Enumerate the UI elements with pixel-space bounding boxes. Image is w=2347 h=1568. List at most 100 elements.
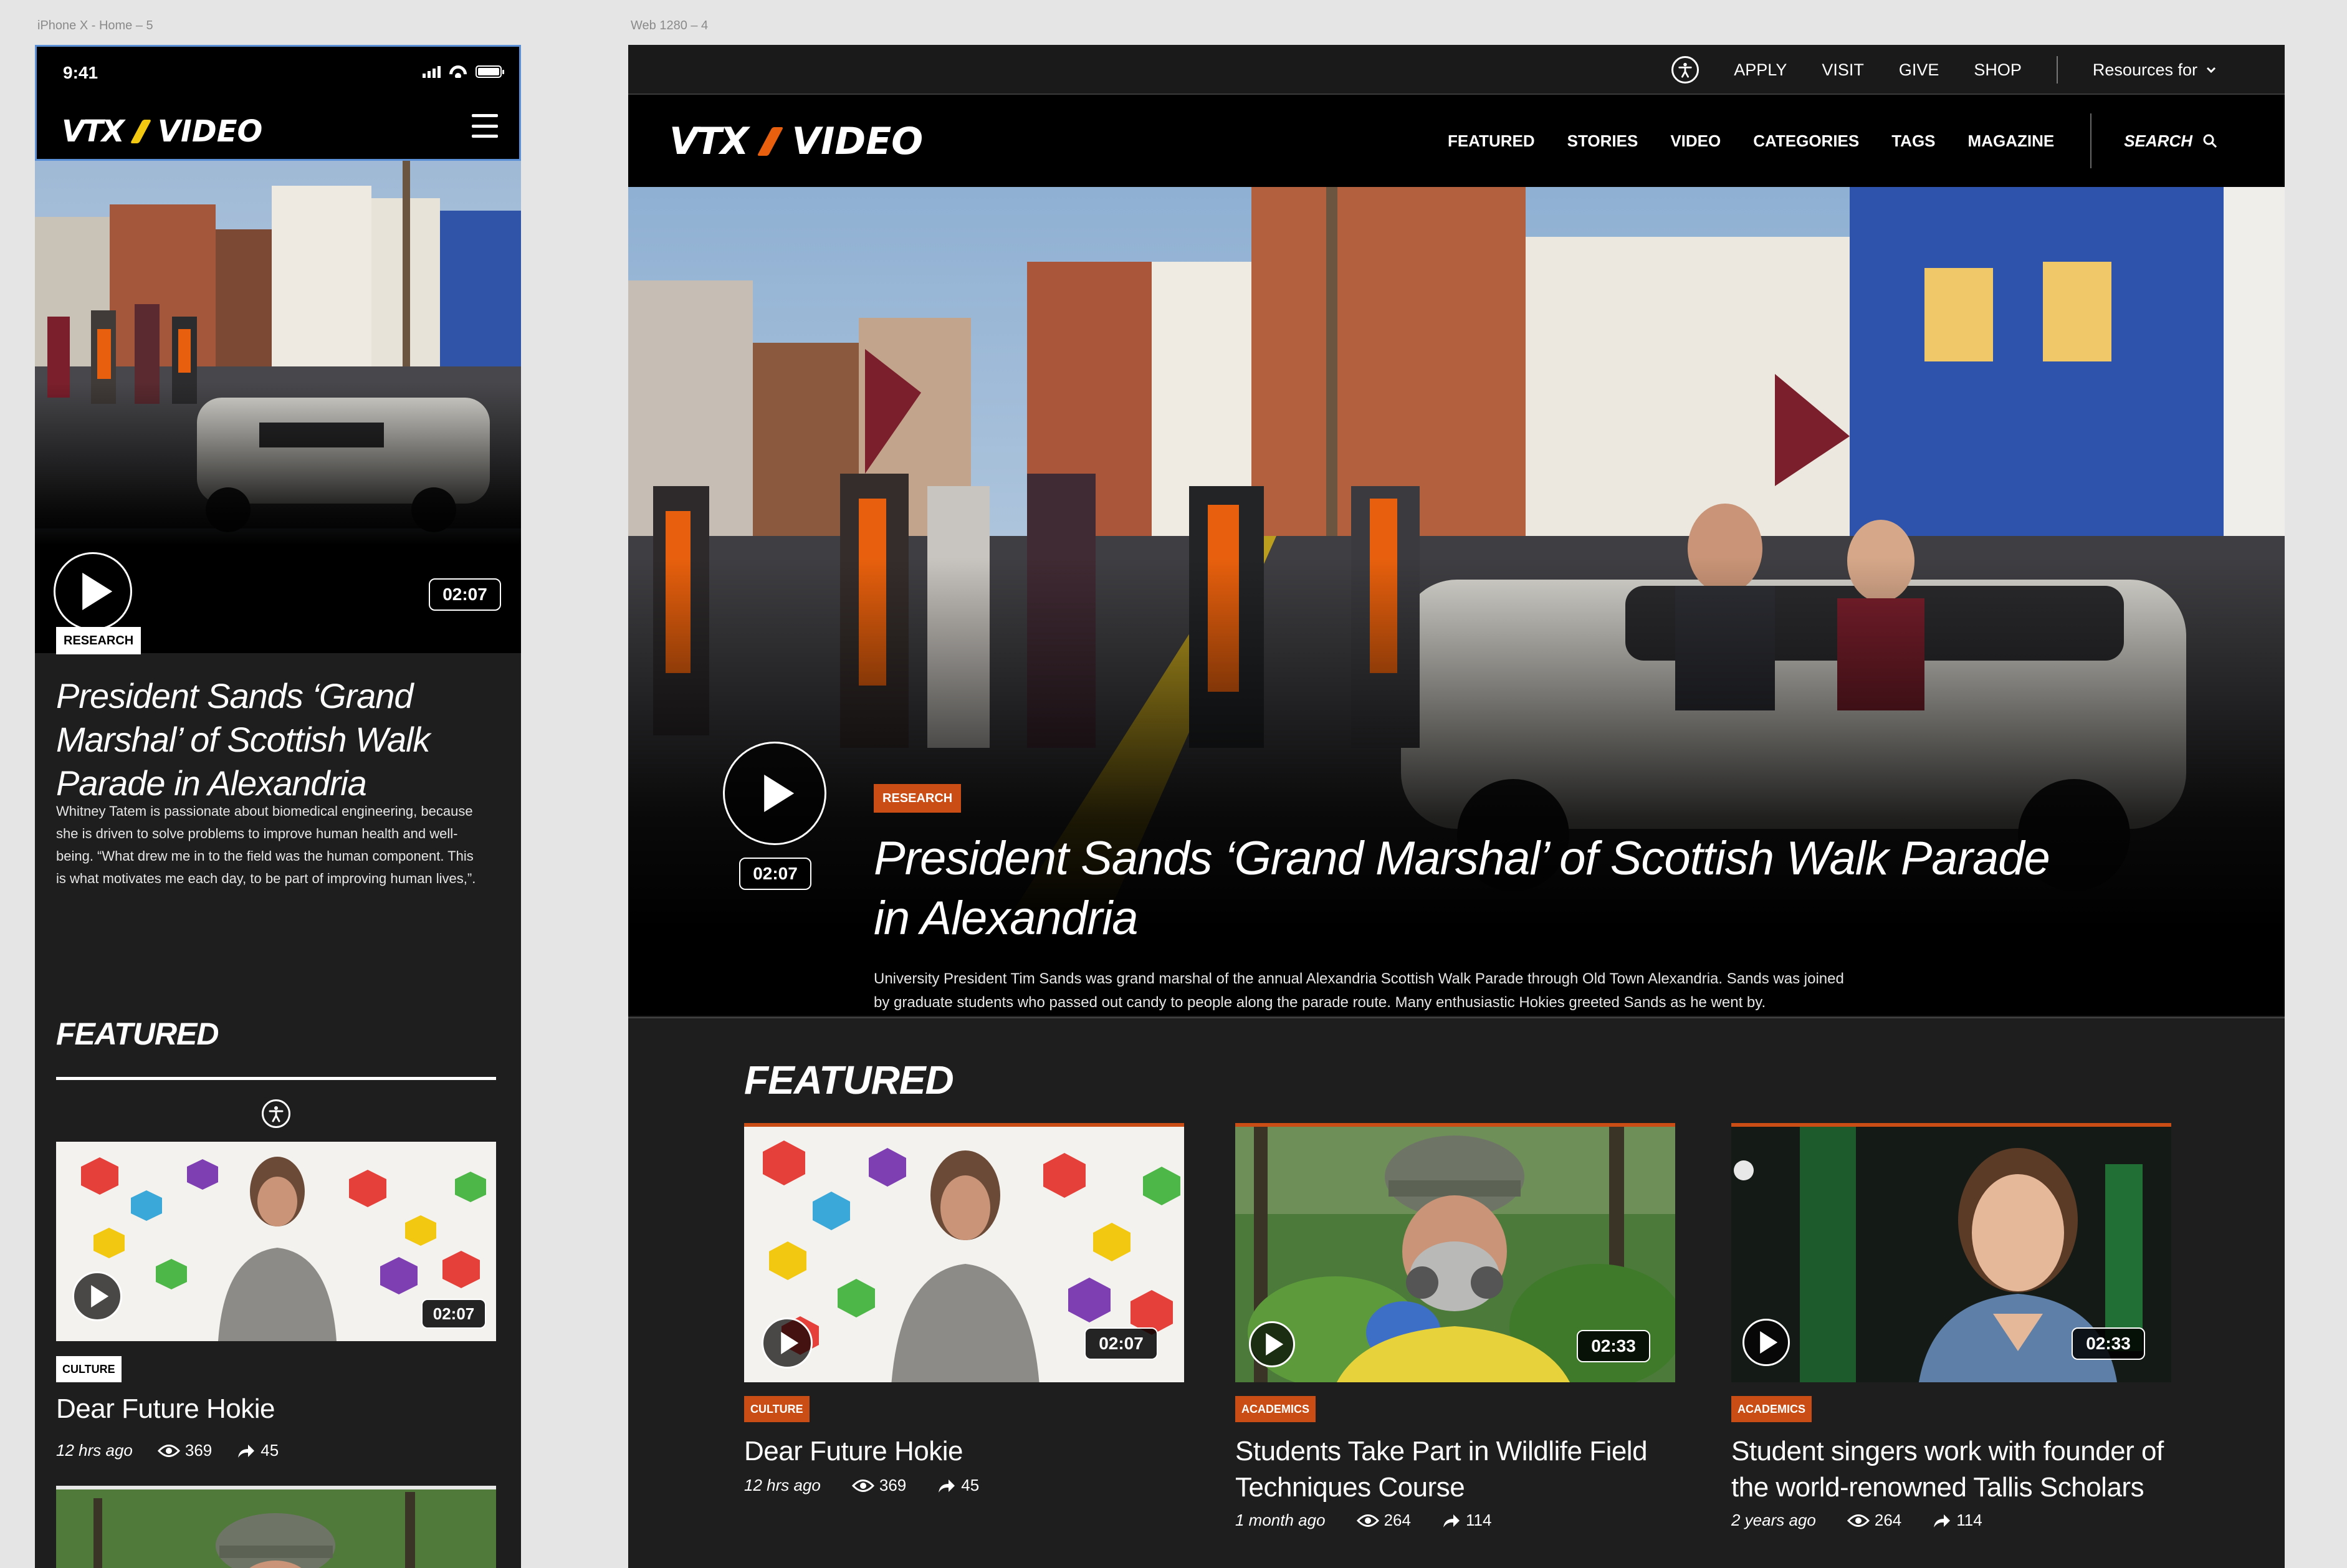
eye-icon — [1847, 1514, 1870, 1527]
share-count: 45 — [937, 1476, 979, 1495]
accessibility-icon[interactable] — [1671, 56, 1699, 84]
hero-title[interactable]: President Sands ‘Grand Marshal’ of Scott… — [874, 829, 2050, 949]
nav-magazine[interactable]: MAGAZINE — [1968, 131, 2055, 151]
resources-label: Resources for — [2092, 60, 2197, 79]
nav-featured[interactable]: FEATURED — [1448, 131, 1535, 151]
hero-description: University President Tim Sands was grand… — [874, 967, 1844, 1015]
play-button-icon[interactable] — [762, 1317, 813, 1369]
category-tag[interactable]: ACADEMICS — [1731, 1396, 1812, 1422]
logo-slash-icon — [130, 120, 152, 143]
mobile-frame: 9:41 VTX VIDEO 02:07 RESEARCH President … — [35, 45, 521, 1568]
util-divider — [2056, 56, 2058, 84]
category-tag[interactable]: RESEARCH — [56, 627, 141, 654]
share-count: 114 — [1442, 1511, 1491, 1530]
play-button-icon[interactable] — [1742, 1319, 1790, 1366]
logo-word: VIDEO — [791, 120, 924, 163]
card-title[interactable]: Dear Future Hokie — [56, 1394, 275, 1425]
video-thumbnail[interactable]: 02:07 — [744, 1123, 1184, 1382]
logo-vtx: VTX — [669, 120, 749, 163]
main-header: VTX VIDEO FEATURED STORIES VIDEO CATEGOR… — [628, 95, 2285, 187]
logo[interactable]: VTX VIDEO — [62, 114, 262, 149]
video-thumbnail[interactable]: 02:33 — [1731, 1123, 2171, 1382]
posted-time: 1 month ago — [1235, 1511, 1326, 1529]
play-button-icon[interactable] — [54, 552, 132, 631]
card-meta: 12 hrs ago 369 45 — [744, 1476, 979, 1495]
video-thumbnail[interactable] — [56, 1486, 496, 1568]
video-thumbnail[interactable]: 02:07 — [56, 1142, 496, 1341]
mobile-header: 9:41 VTX VIDEO — [35, 45, 521, 161]
nav-categories[interactable]: CATEGORIES — [1753, 131, 1859, 151]
mobile-featured-section: FEATURED 02:07 CULTURE Dear Future Hokie… — [35, 942, 521, 1568]
card-title-line: the world-renowned Tallis Scholars — [1731, 1472, 2144, 1503]
card-title-line: Student singers work with founder of — [1731, 1436, 2164, 1466]
util-link-shop[interactable]: SHOP — [1974, 60, 2022, 80]
hero-description: Whitney Tatem is passionate about biomed… — [56, 800, 476, 890]
card-title-line: Techniques Course — [1235, 1472, 1465, 1503]
views-value: 369 — [184, 1441, 213, 1460]
views-value: 264 — [1874, 1511, 1902, 1529]
thumbnail-image — [56, 1486, 496, 1568]
shares-value: 114 — [1465, 1511, 1492, 1529]
video-duration: 02:07 — [429, 578, 501, 611]
hero-title-line: Marshal’ of Scottish Walk — [56, 720, 431, 759]
nav-divider — [2090, 113, 2092, 168]
posted-time: 12 hrs ago — [56, 1441, 133, 1460]
card-title-line: Students Take Part in Wildlife Field — [1235, 1436, 1648, 1466]
hero-description-line: she is driven to solve problems to impro… — [56, 826, 458, 841]
share-arrow-icon — [939, 1479, 955, 1493]
eye-icon — [851, 1479, 874, 1492]
hero-title-line: Parade in Alexandria — [56, 763, 367, 803]
hamburger-menu-icon[interactable] — [472, 114, 498, 138]
view-count: 264 — [1847, 1511, 1901, 1530]
logo-vtx: VTX — [62, 114, 125, 149]
card-title[interactable]: Student singers work with founder of the… — [1731, 1433, 2164, 1506]
logo[interactable]: VTX VIDEO — [669, 120, 923, 163]
category-tag[interactable]: ACADEMICS — [1235, 1396, 1316, 1422]
view-count: 369 — [157, 1441, 213, 1460]
views-value: 264 — [1384, 1511, 1411, 1529]
posted-time: 2 years ago — [1731, 1511, 1816, 1529]
hero-description-line: by graduate students who passed out cand… — [874, 994, 1766, 1011]
posted-time: 12 hrs ago — [744, 1476, 821, 1494]
category-tag[interactable]: CULTURE — [744, 1396, 810, 1422]
nav-video[interactable]: VIDEO — [1670, 131, 1721, 151]
main-nav: FEATURED STORIES VIDEO CATEGORIES TAGS M… — [1448, 95, 2217, 187]
accessibility-icon[interactable] — [262, 1099, 290, 1128]
featured-divider — [56, 1077, 496, 1080]
search-label: SEARCH — [2124, 131, 2192, 150]
card-title[interactable]: Dear Future Hokie — [744, 1433, 963, 1470]
hero-description-line: is what motivates me each day, to be par… — [56, 871, 476, 886]
video-duration: 02:33 — [1577, 1330, 1650, 1362]
nav-stories[interactable]: STORIES — [1567, 131, 1638, 151]
util-link-apply[interactable]: APPLY — [1734, 60, 1787, 80]
category-tag[interactable]: RESEARCH — [874, 784, 962, 813]
util-link-visit[interactable]: VISIT — [1822, 60, 1864, 80]
share-arrow-icon — [1934, 1514, 1951, 1527]
search-button[interactable]: SEARCH — [2124, 131, 2217, 151]
play-button-icon[interactable] — [723, 742, 826, 845]
card-title[interactable]: Students Take Part in Wildlife Field Tec… — [1235, 1433, 1648, 1506]
hero-description-line: being. “What drew me in to the field was… — [56, 848, 474, 864]
hero-title-line: in Alexandria — [874, 892, 1139, 945]
play-button-icon[interactable] — [72, 1271, 122, 1321]
battery-icon — [476, 65, 504, 78]
logo-slash-icon — [757, 127, 783, 156]
shares-value: 45 — [961, 1476, 980, 1494]
hero-description-line: Whitney Tatem is passionate about biomed… — [56, 803, 473, 819]
resources-dropdown[interactable]: Resources for — [2093, 60, 2216, 80]
eye-icon — [1356, 1514, 1379, 1527]
video-thumbnail[interactable]: 02:33 — [1235, 1123, 1675, 1382]
status-time: 9:41 — [63, 63, 98, 82]
hero-title[interactable]: President Sands ‘Grand Marshal’ of Scott… — [56, 674, 431, 805]
view-count: 264 — [1356, 1511, 1411, 1530]
shares-value: 45 — [261, 1441, 279, 1460]
nav-tags[interactable]: TAGS — [1891, 131, 1935, 151]
card-meta: 2 years ago 264 114 — [1731, 1511, 1982, 1530]
util-link-give[interactable]: GIVE — [1899, 60, 1939, 80]
play-button-icon[interactable] — [1249, 1321, 1295, 1367]
status-icons — [423, 65, 504, 78]
featured-heading: FEATURED — [56, 1016, 219, 1051]
card-title-line: Dear Future Hokie — [744, 1436, 963, 1466]
hero-image — [628, 187, 2285, 929]
category-tag[interactable]: CULTURE — [56, 1356, 122, 1382]
